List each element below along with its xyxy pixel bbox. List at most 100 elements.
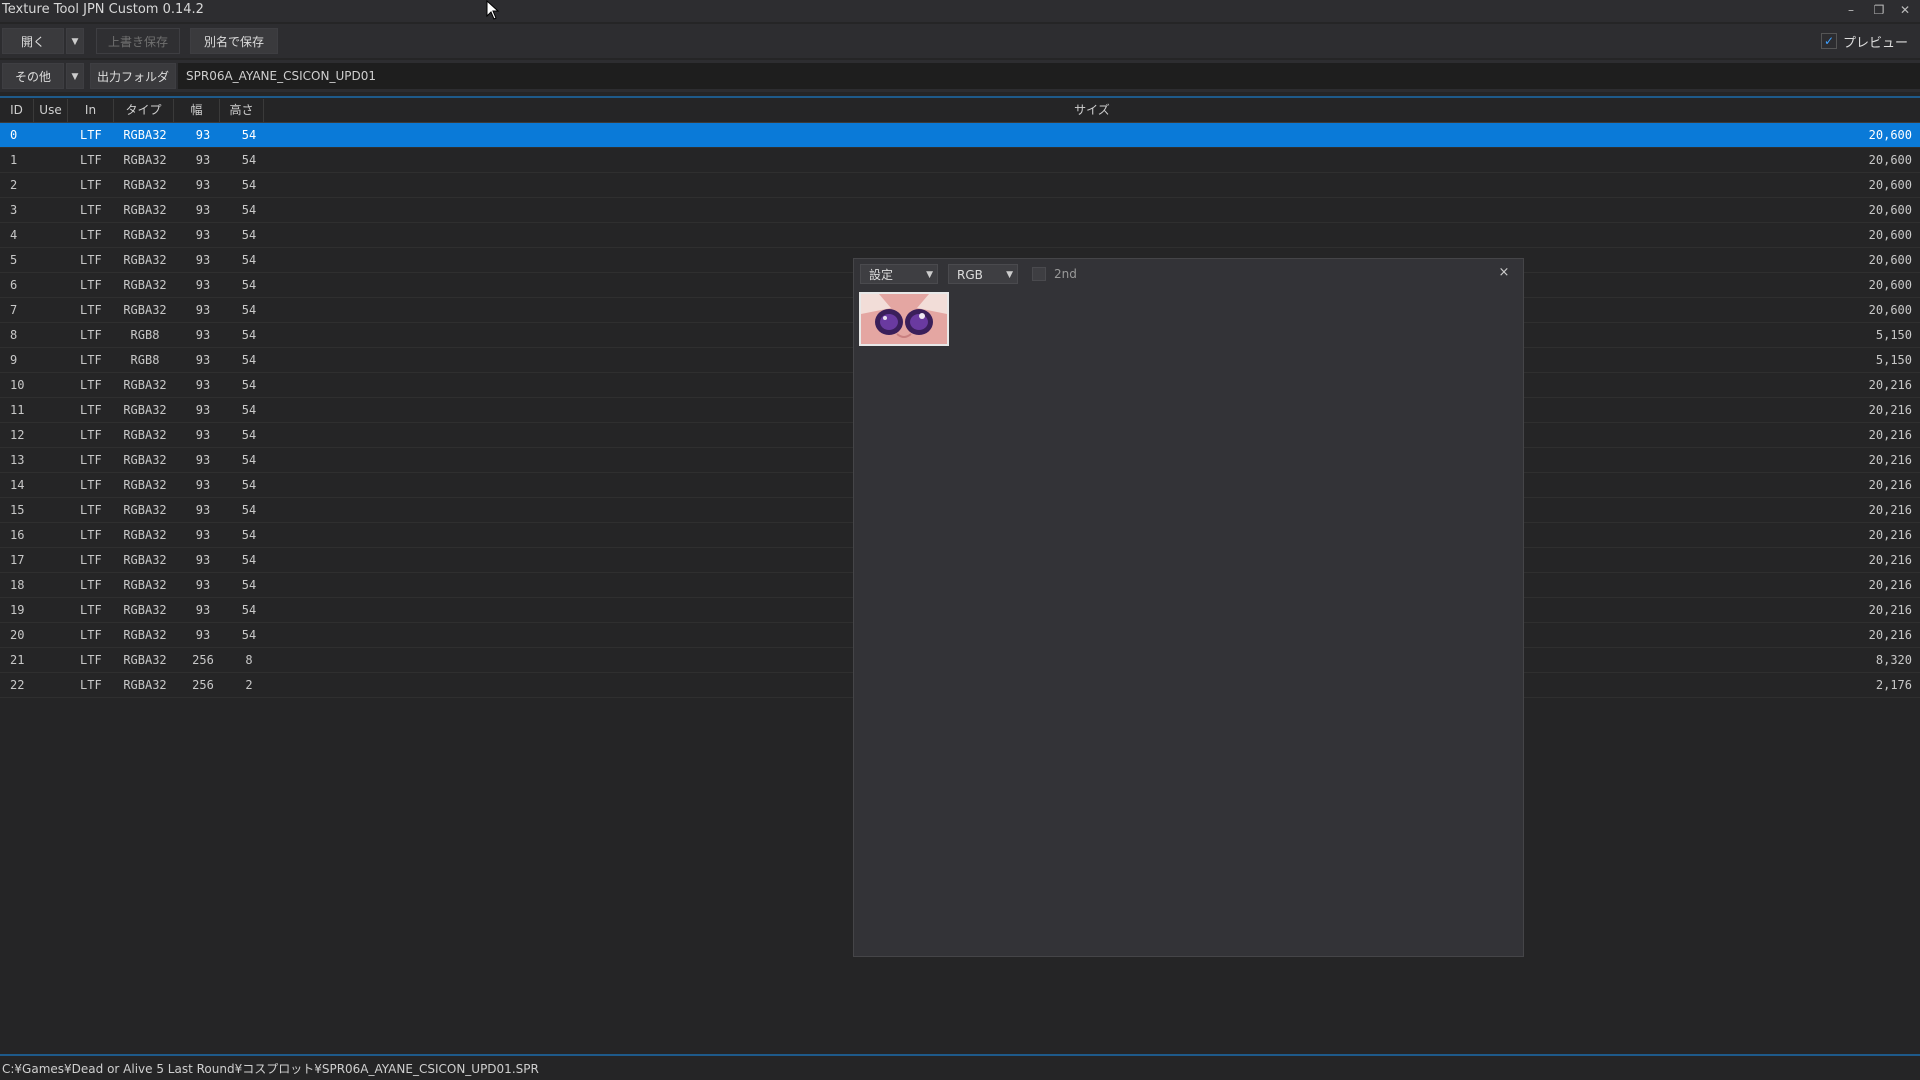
other-dropdown-arrow-icon[interactable]: ▼ (66, 63, 84, 89)
table-row[interactable]: 3 LTF RGBA32 93 54 20,600 (0, 198, 1920, 223)
column-header-in[interactable]: In (68, 99, 114, 122)
texture-image (861, 294, 947, 344)
cell-type: RGBA32 (123, 603, 167, 617)
output-folder-button[interactable]: 出力フォルダ (90, 63, 176, 89)
output-folder-field[interactable]: SPR06A_AYANE_CSICON_UPD01 (178, 63, 1920, 89)
cell-width: 93 (195, 203, 211, 217)
cell-width: 93 (195, 228, 211, 242)
column-header-width[interactable]: 幅 (174, 99, 220, 122)
cell-id: 0 (10, 128, 18, 142)
texture-thumbnail[interactable] (859, 292, 949, 346)
cell-id: 7 (10, 303, 18, 317)
mouse-cursor-icon (486, 0, 500, 20)
cell-in: LTF (80, 628, 102, 642)
title-bar: Texture Tool JPN Custom 0.14.2 – ❐ ✕ (0, 0, 1920, 22)
preview-close-icon[interactable]: × (1495, 263, 1513, 283)
cell-width: 93 (195, 353, 211, 367)
preview-toggle[interactable]: ✓ プレビュー (1820, 31, 1908, 51)
channel-dropdown-label: RGB (957, 268, 983, 282)
column-header-type[interactable]: タイプ (114, 99, 174, 122)
cell-type: RGBA32 (123, 653, 167, 667)
table-row[interactable]: 2 LTF RGBA32 93 54 20,600 (0, 173, 1920, 198)
cell-type: RGBA32 (123, 228, 167, 242)
cell-in: LTF (80, 228, 102, 242)
status-bar: C:¥Games¥Dead or Alive 5 Last Round¥コスプロ… (0, 1054, 1920, 1080)
preview-checkbox[interactable]: ✓ (1820, 33, 1837, 49)
cell-in: LTF (80, 503, 102, 517)
cell-type: RGBA32 (123, 553, 167, 567)
column-header-height[interactable]: 高さ (220, 99, 264, 122)
save-as-button[interactable]: 別名で保存 (190, 28, 278, 54)
second-checkbox[interactable] (1032, 267, 1046, 281)
cell-width: 93 (195, 453, 211, 467)
cell-type: RGBA32 (123, 378, 167, 392)
cell-id: 19 (10, 603, 25, 617)
cell-id: 12 (10, 428, 25, 442)
chevron-down-icon: ▼ (1006, 270, 1013, 280)
cell-height: 54 (241, 128, 257, 142)
column-header-use[interactable]: Use (34, 99, 68, 122)
cell-id: 9 (10, 353, 18, 367)
restore-icon[interactable]: ❐ (1868, 1, 1890, 19)
overwrite-save-button[interactable]: 上書き保存 (96, 28, 180, 54)
cell-id: 10 (10, 378, 25, 392)
channel-dropdown[interactable]: RGB ▼ (948, 264, 1018, 284)
other-button[interactable]: その他 (2, 63, 64, 89)
texture-table-header: ID Use In タイプ 幅 高さ サイズ (0, 99, 1920, 123)
cell-size: 20,216 (1868, 578, 1912, 592)
cell-id: 1 (10, 153, 18, 167)
close-icon[interactable]: ✕ (1894, 1, 1916, 19)
preview-panel: 設定 ▼ RGB ▼ 2nd × (853, 258, 1524, 957)
cell-width: 93 (195, 178, 211, 192)
cell-id: 21 (10, 653, 25, 667)
file-path: C:¥Games¥Dead or Alive 5 Last Round¥コスプロ… (2, 1062, 539, 1076)
cell-width: 93 (195, 428, 211, 442)
cell-in: LTF (80, 453, 102, 467)
cell-in: LTF (80, 253, 102, 267)
cell-in: LTF (80, 653, 102, 667)
cell-in: LTF (80, 403, 102, 417)
cell-size: 20,216 (1868, 603, 1912, 617)
table-row[interactable]: 0 LTF RGBA32 93 54 20,600 (0, 123, 1920, 148)
cell-type: RGBA32 (123, 128, 167, 142)
table-row[interactable]: 4 LTF RGBA32 93 54 20,600 (0, 223, 1920, 248)
column-header-size[interactable]: サイズ (264, 99, 1920, 122)
open-dropdown-arrow-icon[interactable]: ▼ (66, 28, 84, 54)
cell-in: LTF (80, 328, 102, 342)
chevron-down-icon: ▼ (926, 270, 933, 280)
cell-size: 20,600 (1868, 303, 1912, 317)
cell-size: 20,216 (1868, 528, 1912, 542)
cell-size: 20,600 (1868, 178, 1912, 192)
cell-width: 93 (195, 603, 211, 617)
cell-in: LTF (80, 353, 102, 367)
cell-in: LTF (80, 428, 102, 442)
cell-in: LTF (80, 303, 102, 317)
cell-height: 54 (241, 478, 257, 492)
cell-type: RGBA32 (123, 153, 167, 167)
cell-height: 54 (241, 153, 257, 167)
cell-in: LTF (80, 378, 102, 392)
cell-size: 20,216 (1868, 378, 1912, 392)
cell-size: 5,150 (1875, 353, 1912, 367)
settings-dropdown[interactable]: 設定 ▼ (860, 264, 938, 284)
cell-in: LTF (80, 178, 102, 192)
cell-id: 17 (10, 553, 25, 567)
cell-height: 54 (241, 253, 257, 267)
cell-type: RGB8 (130, 328, 160, 342)
cell-id: 3 (10, 203, 18, 217)
cell-id: 20 (10, 628, 25, 642)
cell-type: RGBA32 (123, 278, 167, 292)
cell-width: 93 (195, 303, 211, 317)
table-row[interactable]: 1 LTF RGBA32 93 54 20,600 (0, 148, 1920, 173)
cell-height: 54 (241, 303, 257, 317)
minimize-icon[interactable]: – (1840, 1, 1862, 19)
open-button[interactable]: 開く (2, 28, 64, 54)
column-header-id[interactable]: ID (0, 99, 34, 122)
cell-height: 54 (241, 503, 257, 517)
settings-dropdown-label: 設定 (869, 268, 894, 282)
secondary-toolbar: その他 ▼ 出力フォルダ SPR06A_AYANE_CSICON_UPD01 (0, 60, 1920, 92)
cell-in: LTF (80, 528, 102, 542)
cell-height: 54 (241, 328, 257, 342)
cell-type: RGBA32 (123, 303, 167, 317)
cell-type: RGBA32 (123, 628, 167, 642)
